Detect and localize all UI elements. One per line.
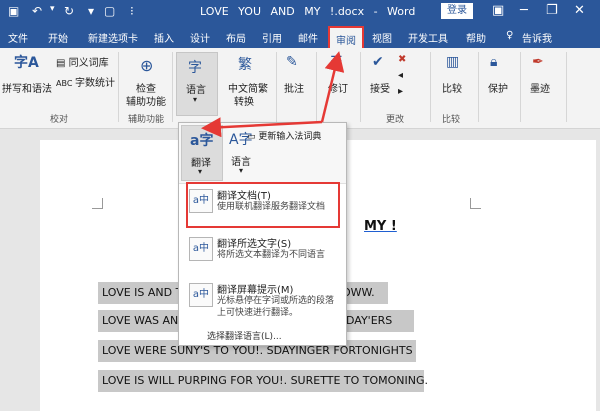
- arrow-to-review-tab: [320, 51, 345, 123]
- arrow-to-translate: [201, 117, 323, 138]
- annotation-arrows: [201, 51, 345, 138]
